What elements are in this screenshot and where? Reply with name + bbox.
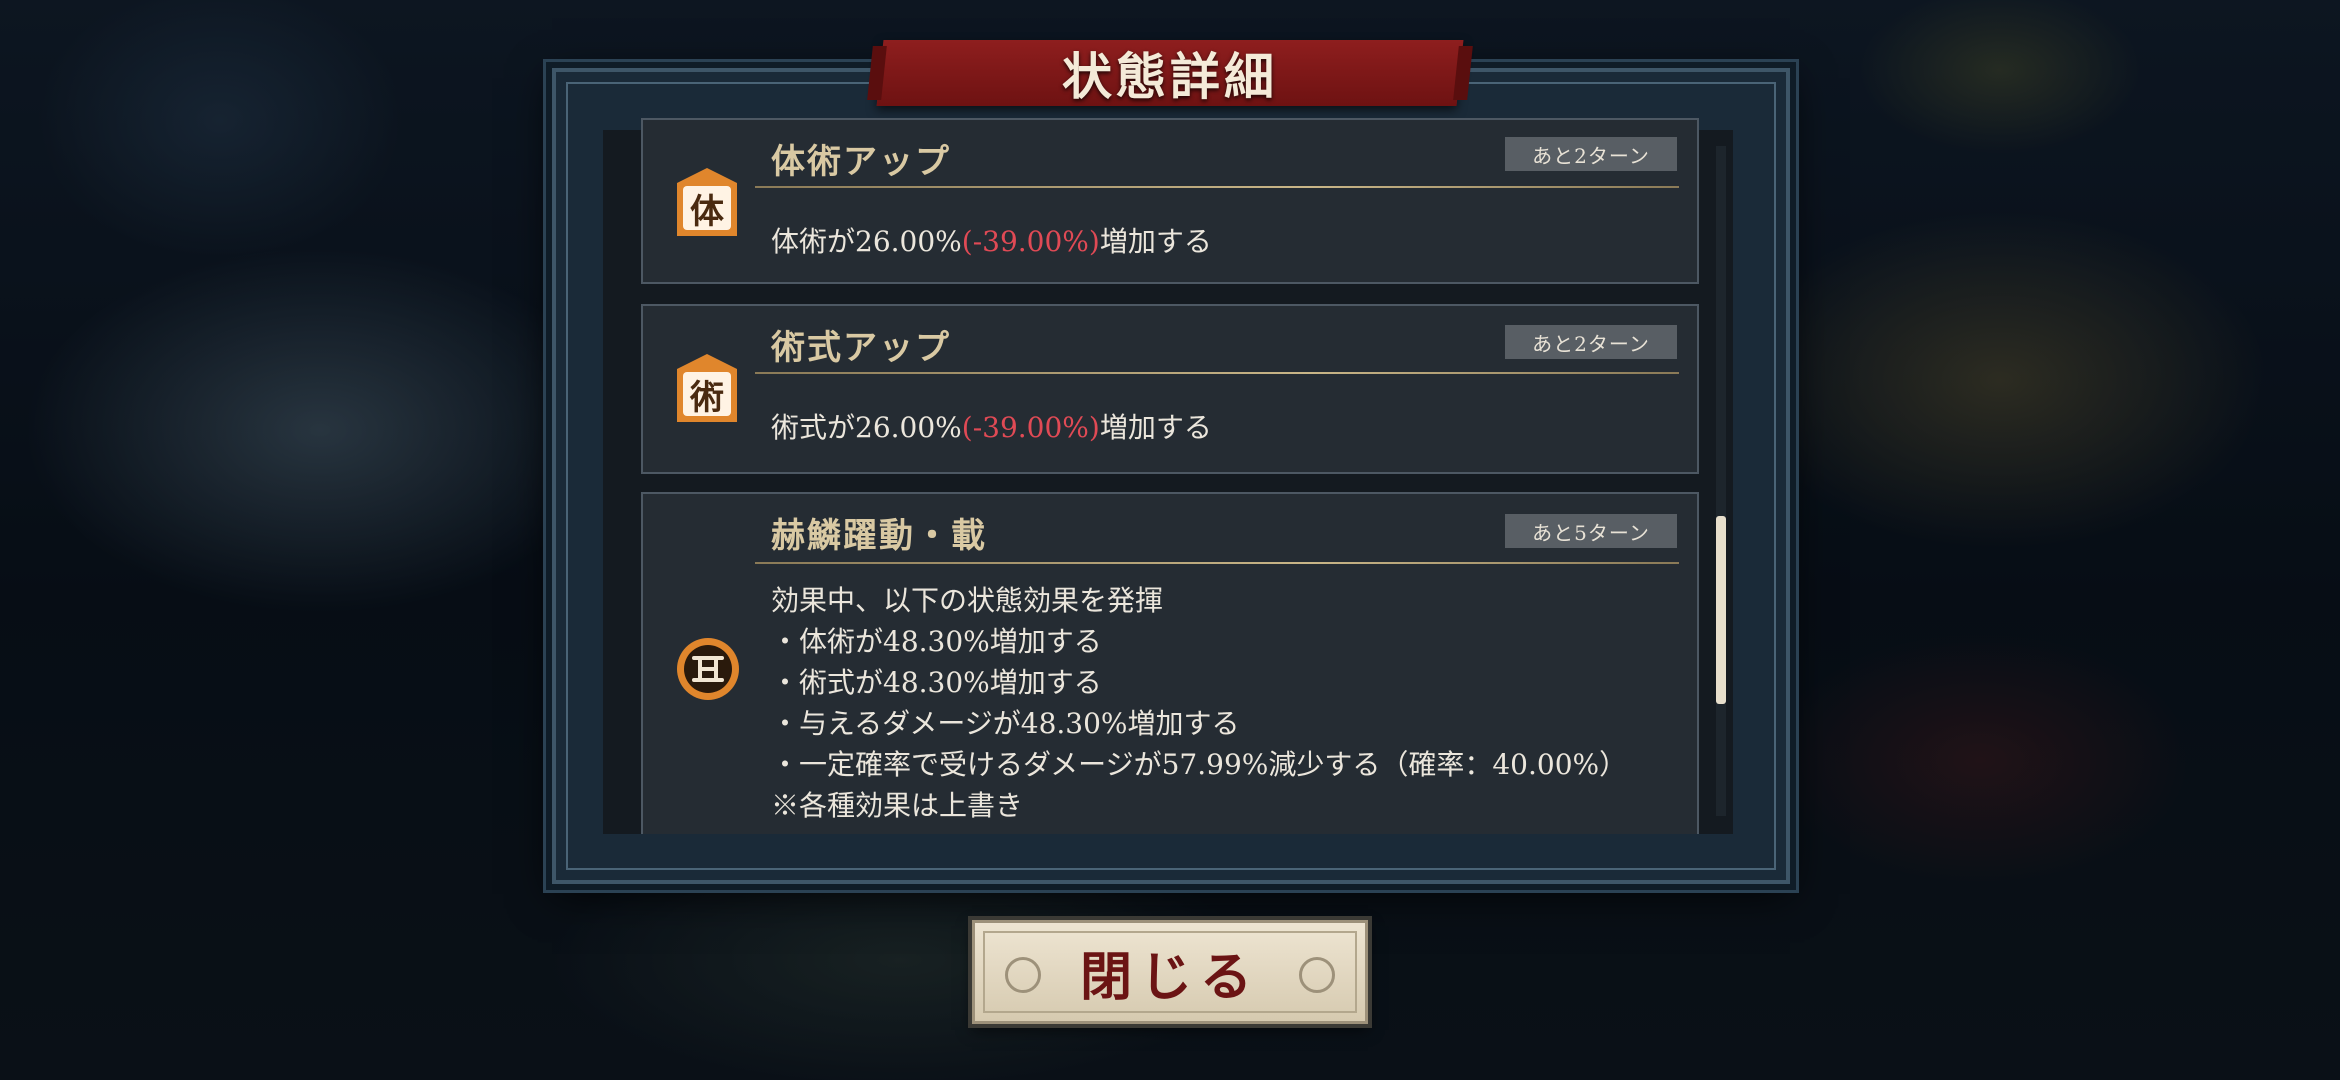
effect-line: ・一定確率で受けるダメージが57.99%減少する（確率：40.00%） [771,748,1628,781]
ornament-icon [1005,957,1041,993]
scrollbar-thumb[interactable] [1716,516,1726,704]
dialog-title: 状態詳細 [1062,47,1278,106]
effect-line: ※各種効果は上書き [771,789,1024,822]
status-description: 体術が26.00%(-39.00%)増加する [771,225,1212,258]
divider [755,186,1679,188]
turns-remaining-badge: あと2ターン [1505,137,1677,171]
divider [755,562,1679,564]
effect-line: 効果中、以下の状態効果を発揮 [771,584,1164,617]
taijutsu-badge-icon: 体 [677,168,737,236]
effect-line: ・与えるダメージが48.30%増加する [771,707,1240,740]
close-button-label: 閉じる [1079,946,1260,1008]
special-emblem-icon [677,638,739,700]
negative-value: (-39.00%) [961,225,1100,258]
effect-line: ・術式が48.30%増加する [771,666,1102,699]
status-name: 術式アップ [771,328,951,368]
close-button[interactable]: 閉じる [972,920,1368,1024]
divider [755,372,1679,374]
status-effect-list: 効果中、以下の状態効果を発揮 ・体術が48.30%増加する ・術式が48.30%… [771,580,1627,826]
status-card-special: 赫鱗躍動・載 あと5ターン 効果中、以下の状態効果を発揮 ・体術が48.30%増… [641,492,1699,834]
effect-line: ・体術が48.30%増加する [771,625,1102,658]
scrollbar-track[interactable] [1716,146,1726,816]
negative-value: (-39.00%) [961,411,1100,444]
jutsushiki-badge-icon: 術 [677,354,737,422]
status-card-jutsushiki-up: 術 術式アップ あと2ターン 術式が26.00%(-39.00%)増加する [641,304,1699,474]
status-description: 術式が26.00%(-39.00%)増加する [771,411,1212,444]
status-card-taijutsu-up: 体 体術アップ あと2ターン 体術が26.00%(-39.00%)増加する [641,118,1699,284]
ornament-icon [1299,957,1335,993]
status-name: 体術アップ [771,142,951,182]
emblem-glyph-icon [692,656,724,682]
turns-remaining-badge: あと5ターン [1505,514,1677,548]
turns-remaining-badge: あと2ターン [1505,325,1677,359]
status-name: 赫鱗躍動・載 [771,516,987,556]
